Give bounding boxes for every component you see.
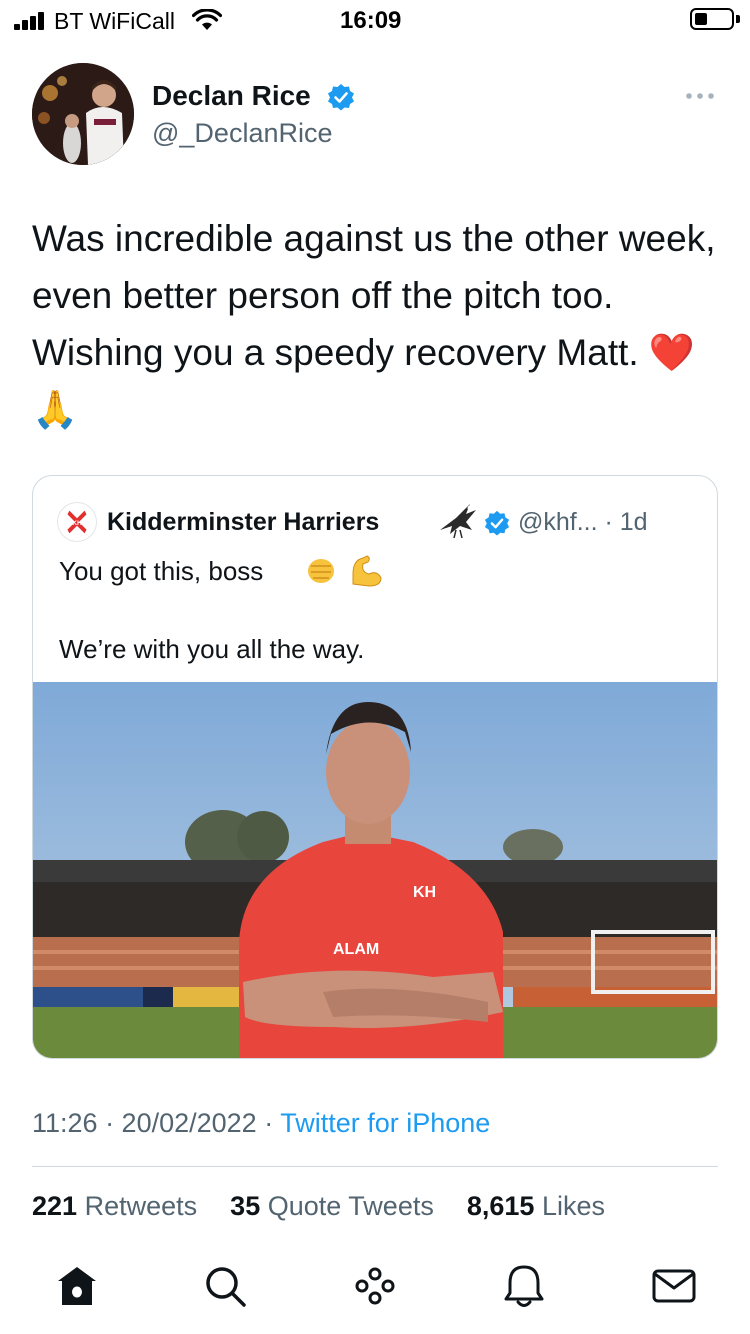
search-icon[interactable] xyxy=(200,1261,250,1311)
author-avatar[interactable] xyxy=(32,63,134,165)
messages-icon[interactable] xyxy=(649,1261,699,1311)
quote-tweet-card[interactable]: KH Kidderminster Harriers @khf... · 1d Y… xyxy=(32,475,718,1059)
harrier-bird-icon xyxy=(440,504,476,539)
home-icon[interactable] xyxy=(52,1261,102,1311)
quote-text-line2: We’re with you all the way. xyxy=(59,634,365,664)
profile-photo-icon xyxy=(32,63,134,165)
svg-text:ALAM: ALAM xyxy=(333,941,379,958)
fist-and-flexed-biceps-icon xyxy=(308,555,382,587)
likes-count[interactable]: 8,615 xyxy=(467,1191,535,1221)
svg-text:KH: KH xyxy=(72,520,82,527)
quote-tweets-label[interactable]: Quote Tweets xyxy=(268,1191,434,1221)
player-photo-icon[interactable]: KH ALAM xyxy=(33,682,718,1059)
retweets-label[interactable]: Retweets xyxy=(85,1191,198,1221)
svg-text:KH: KH xyxy=(413,884,436,901)
status-bar: BT WiFiCall 16:09 xyxy=(0,0,750,44)
likes-label[interactable]: Likes xyxy=(542,1191,605,1221)
divider xyxy=(32,1166,718,1167)
quote-author-name: Kidderminster Harriers xyxy=(107,508,380,536)
spaces-icon[interactable] xyxy=(350,1261,400,1311)
signal-icon xyxy=(14,12,48,30)
tweet-timestamp: 11:26 · 20/02/2022 · Twitter for iPhone xyxy=(32,1108,490,1139)
more-options-icon[interactable] xyxy=(683,84,717,108)
carrier-label: BT WiFiCall xyxy=(54,8,175,34)
quote-meta: @khf... · 1d xyxy=(518,508,648,536)
author-name[interactable]: Declan Rice xyxy=(152,80,311,112)
verified-badge-icon xyxy=(328,84,354,111)
tweet-time-date: 11:26 · 20/02/2022 · xyxy=(32,1108,281,1138)
quote-verified-badge-icon xyxy=(484,510,510,536)
notifications-icon[interactable] xyxy=(499,1261,549,1311)
battery-cap xyxy=(736,15,740,23)
retweets-count[interactable]: 221 xyxy=(32,1191,77,1221)
quote-text-line1: You got this, boss xyxy=(59,556,264,586)
bottom-tab-bar xyxy=(0,1255,750,1315)
tweet-source-link[interactable]: Twitter for iPhone xyxy=(280,1108,490,1138)
status-time: 16:09 xyxy=(340,7,402,34)
quote-tweets-count[interactable]: 35 xyxy=(230,1191,260,1221)
author-handle[interactable]: @_DeclanRice xyxy=(152,118,332,149)
club-crest-icon: KH xyxy=(57,502,97,542)
engagement-stats: 221 Retweets 35 Quote Tweets 8,615 Likes xyxy=(32,1191,605,1222)
tweet-text: Was incredible against us the other week… xyxy=(32,218,716,430)
battery-icon xyxy=(690,8,734,30)
wifi-icon xyxy=(192,9,222,30)
